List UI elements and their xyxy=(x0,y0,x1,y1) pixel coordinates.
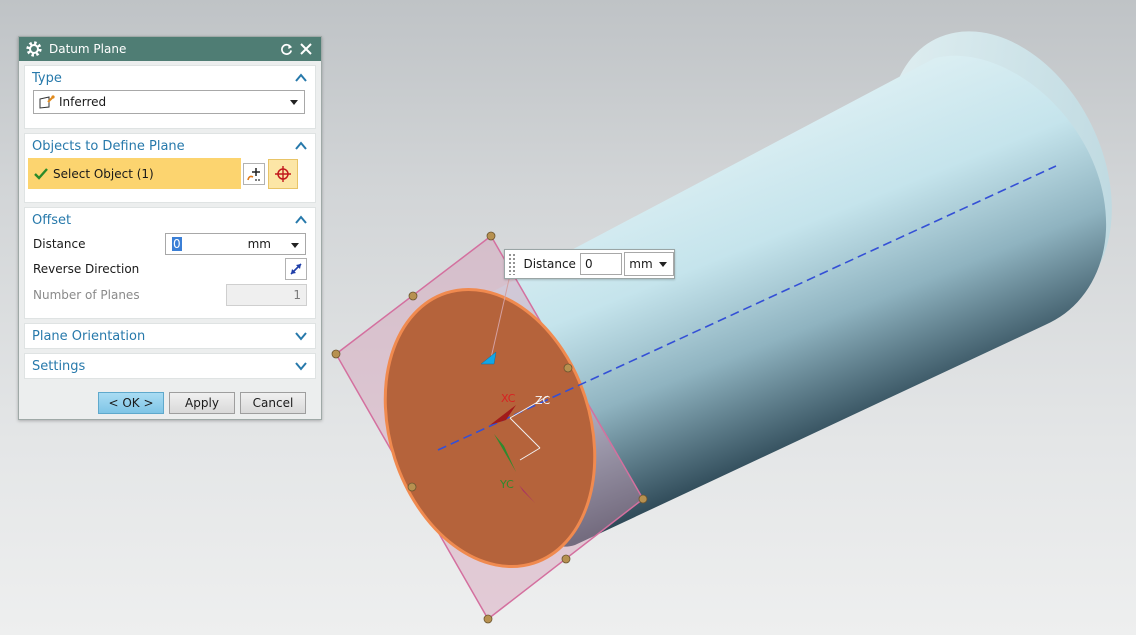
type-select[interactable]: Inferred xyxy=(33,90,305,114)
cancel-button[interactable]: Cancel xyxy=(240,392,306,414)
add-object-icon xyxy=(247,167,260,181)
plane-handle[interactable] xyxy=(483,614,493,624)
chevron-down-icon xyxy=(295,332,307,341)
float-distance-label: Distance xyxy=(523,257,576,271)
ok-button[interactable]: < OK > xyxy=(98,392,164,414)
plane-handle[interactable] xyxy=(331,349,341,359)
dialog-button-row: < OK > Apply Cancel xyxy=(19,379,321,414)
axis-label-z: ZC xyxy=(535,394,551,407)
settings-group: Settings xyxy=(24,353,316,379)
datum-plane-type-icon xyxy=(39,95,55,109)
point-dialog-button[interactable] xyxy=(268,158,298,189)
datum-plane-dialog: Datum Plane Type Inferred Objects to Def… xyxy=(18,36,322,420)
chevron-down-icon xyxy=(295,362,307,371)
float-unit-select[interactable]: mm xyxy=(624,252,674,276)
chevron-down-icon xyxy=(290,100,298,105)
type-group-header[interactable]: Type xyxy=(25,66,315,90)
type-group: Type Inferred xyxy=(24,65,316,129)
plane-orientation-header[interactable]: Plane Orientation xyxy=(25,324,315,348)
distance-unit: mm xyxy=(247,237,271,251)
chevron-up-icon xyxy=(295,215,307,224)
number-of-planes-input: 1 xyxy=(226,284,307,306)
chevron-down-icon xyxy=(659,262,667,267)
plane-handle[interactable] xyxy=(561,554,571,564)
select-object-field[interactable]: Select Object (1) xyxy=(28,158,241,189)
chevron-up-icon xyxy=(295,73,307,82)
crosshair-icon xyxy=(275,165,291,182)
reverse-direction-icon xyxy=(290,263,302,275)
distance-value: 0 xyxy=(172,237,182,251)
objects-group: Objects to Define Plane Select Object (1… xyxy=(24,133,316,203)
add-object-button[interactable] xyxy=(243,162,265,185)
distance-input[interactable]: 0 mm xyxy=(165,233,306,255)
onscreen-distance-widget: Distance 0 mm xyxy=(504,249,675,279)
reverse-direction-button[interactable] xyxy=(285,258,307,280)
offset-group-header[interactable]: Offset xyxy=(25,208,315,232)
reverse-direction-label: Reverse Direction xyxy=(33,262,140,276)
offset-group: Offset Distance 0 mm Reverse Direction N… xyxy=(24,207,316,319)
plane-handle[interactable] xyxy=(408,291,418,301)
plane-orientation-group: Plane Orientation xyxy=(24,323,316,349)
axis-label-y: YC xyxy=(499,478,514,491)
chevron-down-icon xyxy=(291,243,299,248)
close-button[interactable] xyxy=(297,40,315,58)
plane-handle[interactable] xyxy=(407,482,417,492)
plane-handle[interactable] xyxy=(638,494,648,504)
close-icon xyxy=(300,43,312,55)
plane-handle[interactable] xyxy=(486,231,496,241)
dialog-titlebar[interactable]: Datum Plane xyxy=(19,37,321,61)
plane-handle[interactable] xyxy=(563,363,573,373)
distance-label: Distance xyxy=(33,237,86,251)
drag-grip-icon[interactable] xyxy=(508,253,516,275)
reset-button[interactable] xyxy=(277,40,295,58)
objects-group-header[interactable]: Objects to Define Plane xyxy=(25,134,315,158)
axis-label-x: XC xyxy=(501,392,516,405)
dialog-title: Datum Plane xyxy=(49,42,127,56)
settings-header[interactable]: Settings xyxy=(25,354,315,378)
chevron-up-icon xyxy=(295,141,307,150)
reset-icon xyxy=(280,43,292,55)
gear-icon xyxy=(26,41,42,57)
check-icon xyxy=(34,167,48,180)
number-of-planes-label: Number of Planes xyxy=(33,288,140,302)
float-distance-input[interactable]: 0 xyxy=(579,253,623,275)
apply-button[interactable]: Apply xyxy=(169,392,235,414)
